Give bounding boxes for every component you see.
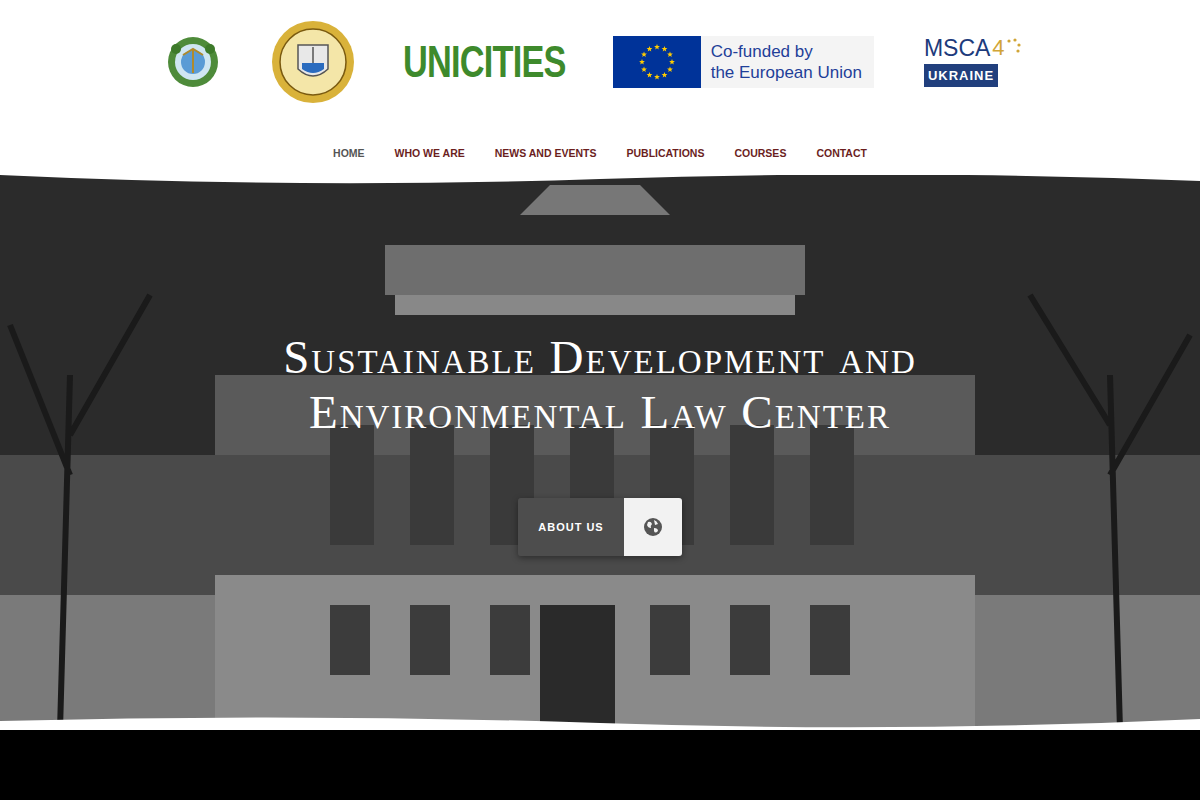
hero-title-line: Environmental Law Center bbox=[283, 385, 917, 440]
university-emblem-icon bbox=[270, 19, 356, 105]
msca-number: 4 bbox=[992, 37, 1004, 59]
nav-link[interactable]: COURSES bbox=[734, 144, 786, 162]
nav-link[interactable]: NEWS AND EVENTS bbox=[495, 144, 597, 162]
eu-cofunded-logo: Co-funded bythe European Union bbox=[613, 36, 874, 88]
unicities-wordmark: UNICITIES bbox=[403, 40, 566, 84]
msca-ukraine-logo: MSCA4 UKRAINE bbox=[924, 37, 1034, 88]
globe-icon-box[interactable] bbox=[624, 498, 682, 556]
about-us-button[interactable]: ABOUT US bbox=[518, 498, 681, 556]
footer-strip bbox=[0, 730, 1200, 800]
eco-emblem-icon bbox=[166, 35, 220, 89]
msca-country: UKRAINE bbox=[924, 64, 998, 88]
hero-title: Sustainable Development andEnvironmental… bbox=[283, 330, 917, 440]
about-us-label[interactable]: ABOUT US bbox=[518, 498, 623, 556]
stars-arc-icon bbox=[1005, 37, 1021, 57]
unicities-logo: UNICITIES bbox=[406, 40, 563, 84]
main-nav: HOME WHO WE ARE NEWS AND EVENTS PUBLICATION… bbox=[0, 100, 1200, 162]
site-header: UNICITIES Co-funded bythe European Union M… bbox=[0, 0, 1200, 175]
eu-label: Co-funded bythe European Union bbox=[701, 36, 874, 88]
eu-flag-icon bbox=[613, 36, 701, 88]
eu-label-line: the European Union bbox=[711, 62, 862, 83]
eu-label-line: Co-funded by bbox=[711, 41, 862, 62]
hero-content: Sustainable Development andEnvironmental… bbox=[0, 175, 1200, 556]
hero-photo: Sustainable Development andEnvironmental… bbox=[0, 175, 1200, 730]
nav-link[interactable]: WHO WE ARE bbox=[395, 144, 465, 162]
msca-word: MSCA bbox=[924, 37, 990, 60]
hero-title-line: Sustainable Development and bbox=[283, 330, 917, 385]
nav-link[interactable]: CONTACT bbox=[816, 144, 867, 162]
nav-link[interactable]: PUBLICATIONS bbox=[626, 144, 704, 162]
globe-icon bbox=[643, 517, 663, 537]
msca-top: MSCA4 bbox=[924, 37, 1034, 60]
logo-row: UNICITIES Co-funded bythe European Union M… bbox=[0, 0, 1200, 100]
building-photo bbox=[0, 175, 1200, 730]
nav-link[interactable]: HOME bbox=[333, 144, 365, 162]
